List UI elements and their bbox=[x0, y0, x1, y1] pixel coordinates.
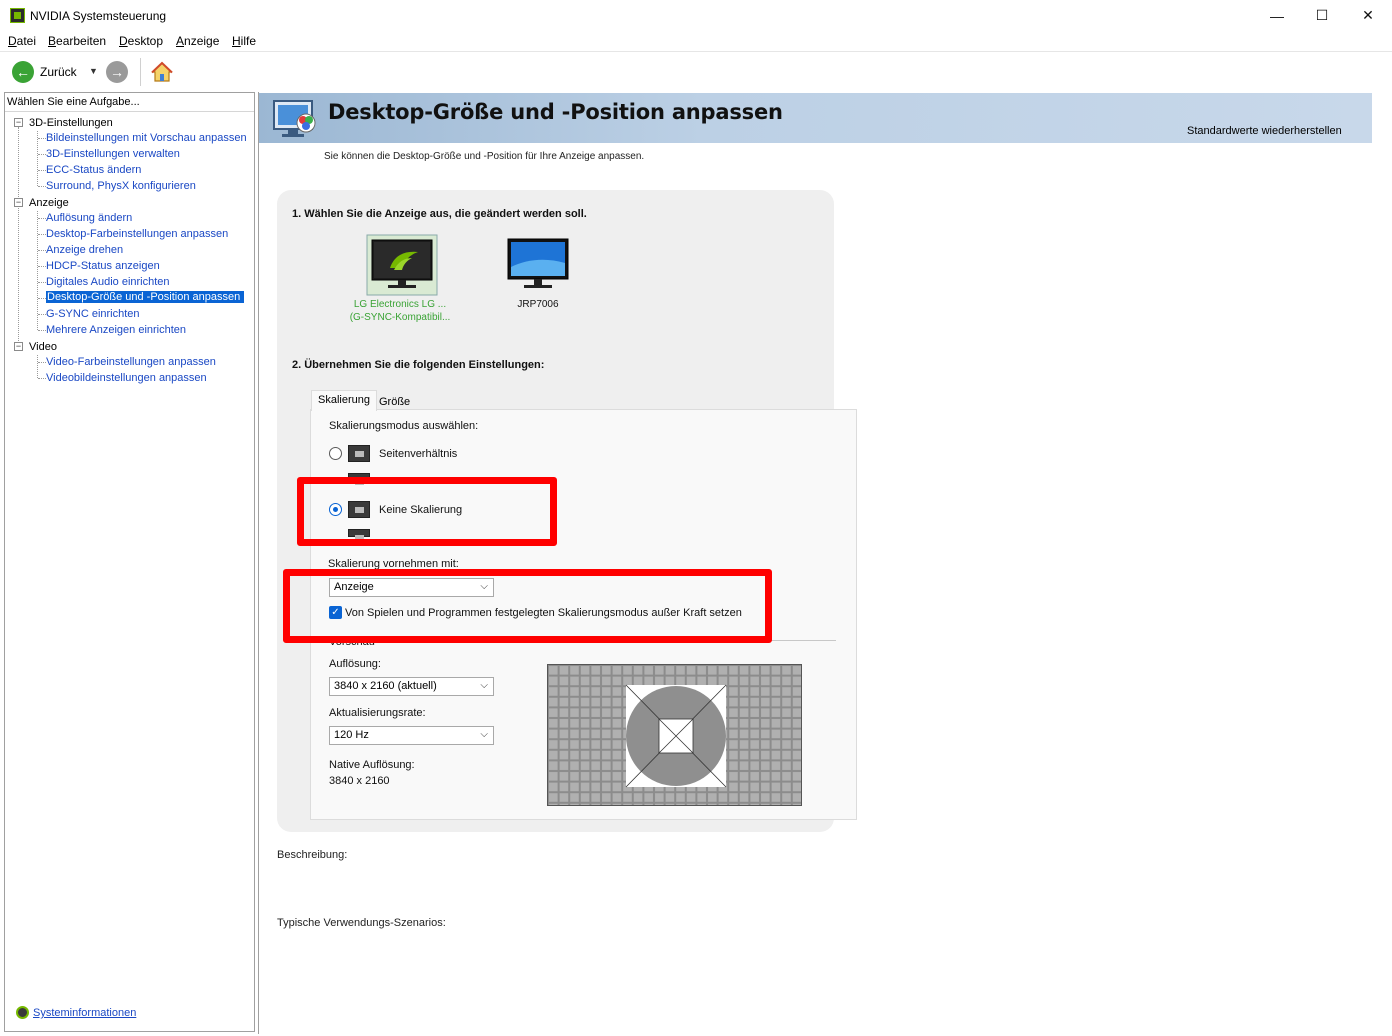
preview-image bbox=[547, 664, 802, 806]
back-button-label[interactable]: Zurück bbox=[40, 65, 77, 79]
tree-line bbox=[37, 211, 38, 330]
back-dropdown-icon[interactable]: ▼ bbox=[89, 66, 98, 76]
nvidia-app-icon bbox=[10, 8, 25, 23]
monitor-jrp-label[interactable]: JRP7006 bbox=[478, 298, 598, 311]
sidebar-item-mehrere-anzeigen[interactable]: Mehrere Anzeigen einrichten bbox=[46, 324, 186, 336]
task-panel-divider bbox=[5, 111, 254, 112]
tree-toggle-3d[interactable]: − bbox=[14, 118, 23, 127]
sidebar-item-gsync[interactable]: G-SYNC einrichten bbox=[46, 308, 140, 320]
menu-anzeige[interactable]: Anzeige bbox=[176, 34, 219, 48]
mode-label-seitenverhaeltnis[interactable]: Seitenverhältnis bbox=[379, 448, 457, 460]
menu-desktop[interactable]: Desktop bbox=[119, 34, 163, 48]
sidebar-item-surround[interactable]: Surround, PhysX konfigurieren bbox=[46, 180, 196, 192]
close-button[interactable]: ✕ bbox=[1345, 0, 1391, 31]
chevron-down-icon: ⌵ bbox=[480, 680, 488, 691]
title-bar bbox=[0, 0, 1392, 31]
sidebar-category-video[interactable]: Video bbox=[29, 341, 57, 353]
step2-title: 2. Übernehmen Sie die folgenden Einstell… bbox=[292, 359, 545, 371]
sidebar-item-farbeinstellungen[interactable]: Desktop-Farbeinstellungen anpassen bbox=[46, 228, 228, 240]
annotation-box-scaling-mode bbox=[297, 477, 557, 546]
sidebar-item-drehen[interactable]: Anzeige drehen bbox=[46, 244, 123, 256]
sidebar-category-anzeige[interactable]: Anzeige bbox=[29, 197, 69, 209]
annotation-box-override bbox=[283, 569, 772, 643]
sidebar-item-ecc[interactable]: ECC-Status ändern bbox=[46, 164, 141, 176]
menu-bearbeiten[interactable]: Bearbeiten bbox=[48, 34, 106, 48]
page-title: Desktop-Größe und -Position anpassen bbox=[328, 100, 783, 124]
toolbar-separator bbox=[140, 58, 141, 86]
system-info-icon bbox=[16, 1006, 29, 1019]
native-resolution-value: 3840 x 2160 bbox=[329, 775, 390, 787]
tree-line bbox=[37, 131, 38, 186]
sidebar-item-bildeinstellungen[interactable]: Bildeinstellungen mit Vorschau anpassen bbox=[46, 132, 247, 144]
tree-line bbox=[37, 355, 38, 378]
sidebar-category-3d[interactable]: 3D-Einstellungen bbox=[29, 117, 113, 129]
scenarios-label: Typische Verwendungs-Szenarios: bbox=[277, 917, 446, 929]
back-arrow-icon[interactable]: ← bbox=[12, 61, 34, 83]
window-title: NVIDIA Systemsteuerung bbox=[30, 9, 167, 23]
panel-splitter[interactable] bbox=[258, 92, 259, 1034]
resolution-label: Auflösung: bbox=[329, 658, 381, 670]
sidebar-item-video-farbe[interactable]: Video-Farbeinstellungen anpassen bbox=[46, 356, 216, 368]
resolution-select[interactable]: 3840 x 2160 (aktuell) ⌵ bbox=[329, 677, 494, 696]
tree-toggle-video[interactable]: − bbox=[14, 342, 23, 351]
radio-seitenverhaeltnis[interactable] bbox=[329, 447, 342, 460]
monitor-lg-icon[interactable] bbox=[366, 234, 438, 296]
monitor-jrp-icon[interactable] bbox=[506, 237, 570, 293]
menu-bar: Datei Bearbeiten Desktop Anzeige Hilfe bbox=[0, 31, 1392, 51]
sidebar-item-aufloesung[interactable]: Auflösung ändern bbox=[46, 212, 132, 224]
sidebar-item-hdcp[interactable]: HDCP-Status anzeigen bbox=[46, 260, 160, 272]
monitor-lg-label[interactable]: LG Electronics LG ... (G-SYNC-Kompatibil… bbox=[340, 298, 460, 324]
task-panel-header: Wählen Sie eine Aufgabe... bbox=[7, 96, 140, 108]
test-pattern bbox=[548, 665, 801, 805]
scaling-mode-label: Skalierungsmodus auswählen: bbox=[329, 420, 479, 432]
native-resolution-label: Native Auflösung: bbox=[329, 759, 415, 771]
page-description: Sie können die Desktop-Größe und -Positi… bbox=[324, 151, 645, 162]
tree-line bbox=[18, 127, 19, 347]
restore-defaults-link[interactable]: Standardwerte wiederherstellen bbox=[1187, 125, 1342, 137]
home-icon[interactable] bbox=[150, 60, 174, 84]
aspect-ratio-mode-icon bbox=[348, 445, 370, 462]
refresh-rate-select[interactable]: 120 Hz ⌵ bbox=[329, 726, 494, 745]
toolbar bbox=[0, 51, 1392, 91]
tab-skalierung[interactable]: Skalierung bbox=[311, 390, 377, 411]
desktop-display-icon bbox=[273, 100, 316, 137]
menu-hilfe[interactable]: Hilfe bbox=[232, 34, 256, 48]
chevron-down-icon: ⌵ bbox=[480, 729, 488, 740]
tab-groesse[interactable]: Größe bbox=[373, 393, 416, 410]
system-info-link[interactable]: Systeminformationen bbox=[33, 1007, 136, 1019]
vertical-scrollbar[interactable] bbox=[1372, 93, 1392, 1034]
refresh-rate-label: Aktualisierungsrate: bbox=[329, 707, 426, 719]
sidebar-item-audio[interactable]: Digitales Audio einrichten bbox=[46, 276, 170, 288]
tree-toggle-anzeige[interactable]: − bbox=[14, 198, 23, 207]
description-label: Beschreibung: bbox=[277, 849, 348, 861]
step1-title: 1. Wählen Sie die Anzeige aus, die geänd… bbox=[292, 208, 587, 220]
menu-datei[interactable]: Datei bbox=[8, 34, 36, 48]
forward-arrow-icon[interactable]: → bbox=[106, 61, 128, 83]
sidebar-item-3d-verwalten[interactable]: 3D-Einstellungen verwalten bbox=[46, 148, 180, 160]
sidebar-item-desktop-groesse[interactable]: Desktop-Größe und -Position anpassen bbox=[46, 291, 245, 303]
maximize-button[interactable]: ☐ bbox=[1299, 0, 1345, 31]
sidebar-item-videobild[interactable]: Videobildeinstellungen anpassen bbox=[46, 372, 207, 384]
minimize-button[interactable]: — bbox=[1254, 0, 1300, 31]
